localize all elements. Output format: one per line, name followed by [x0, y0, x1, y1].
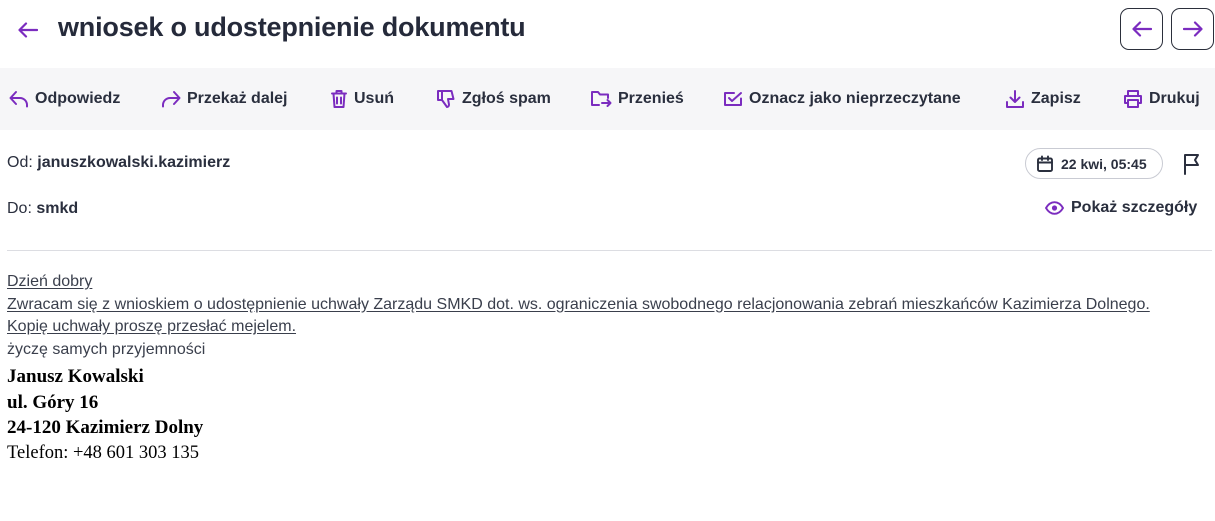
signature-city: 24-120 Kazimierz Dolny [7, 417, 204, 438]
greeting-line[interactable]: Dzień dobry [7, 271, 1215, 294]
show-details-link[interactable]: Pokaż szczegóły [1045, 199, 1197, 217]
message-header: wniosek o udostepnienie dokumentu [0, 0, 1215, 68]
delete-button[interactable]: Usuń [330, 68, 394, 130]
back-button[interactable] [14, 16, 42, 44]
sender-row: Od: januszkowalski.kazimierz [7, 154, 230, 172]
move-button[interactable]: Przenieś [590, 68, 684, 130]
flag-icon [1184, 154, 1199, 175]
action-toolbar: Odpowiedz Przekaż dalej Usuń Zgłoś spam … [0, 68, 1215, 130]
move-label: Przenieś [618, 90, 684, 107]
closing-line: życzę samych przyjemności [7, 340, 206, 358]
signature-phone: Telefon: +48 601 303 135 [7, 442, 200, 463]
request-line-2[interactable]: Kopię uchwały proszę przesłać mejelem. [7, 316, 1215, 339]
report-spam-label: Zgłoś spam [462, 90, 551, 107]
message-date: 22 kwi, 05:45 [1061, 155, 1147, 172]
reply-icon [9, 91, 28, 108]
arrow-left-icon [18, 22, 38, 38]
next-message-button[interactable] [1171, 8, 1214, 50]
eye-icon [1045, 201, 1064, 215]
previous-message-button[interactable] [1120, 8, 1163, 50]
sender-address[interactable]: januszkowalski.kazimierz [37, 154, 230, 171]
calendar-icon [1037, 155, 1053, 172]
arrow-right-icon [1182, 21, 1203, 37]
print-button[interactable]: Drukuj [1123, 68, 1200, 130]
thumbs-down-icon [437, 90, 455, 108]
recipient-row: Do: smkd [7, 200, 78, 218]
save-button[interactable]: Zapisz [1005, 68, 1081, 130]
print-label: Drukuj [1149, 90, 1200, 107]
to-label: Do: [7, 200, 32, 217]
trash-icon [331, 90, 347, 108]
date-badge: 22 kwi, 05:45 [1025, 148, 1163, 179]
forward-label: Przekaż dalej [187, 90, 288, 107]
page-title: wniosek o udostepnienie dokumentu [58, 12, 526, 42]
reply-button[interactable]: Odpowiedz [9, 68, 120, 130]
from-label: Od: [7, 154, 33, 171]
signature-street: ul. Góry 16 [7, 391, 99, 413]
header-divider [7, 250, 1212, 251]
show-details-label: Pokaż szczegóły [1071, 199, 1198, 216]
mail-check-icon [724, 92, 742, 106]
mark-unread-label: Oznacz jako nieprzeczytane [749, 90, 961, 107]
download-icon [1006, 90, 1024, 108]
flag-button[interactable] [1180, 152, 1204, 176]
request-line[interactable]: Zwracam się z wnioskiem o udostępnienie … [7, 294, 1215, 317]
forward-button[interactable]: Przekaż dalej [161, 68, 288, 130]
mark-unread-button[interactable]: Oznacz jako nieprzeczytane [723, 68, 961, 130]
recipient-address[interactable]: smkd [36, 200, 78, 217]
move-folder-icon [591, 91, 612, 107]
arrow-left-icon [1131, 21, 1152, 37]
delete-label: Usuń [354, 90, 394, 107]
signature-name: Janusz Kowalski [7, 366, 144, 387]
printer-icon [1124, 90, 1142, 108]
report-spam-button[interactable]: Zgłoś spam [436, 68, 551, 130]
message-body: Dzień dobry Zwracam się z wnioskiem o ud… [7, 271, 1215, 466]
forward-icon [162, 91, 181, 108]
reply-label: Odpowiedz [35, 90, 121, 107]
save-label: Zapisz [1031, 90, 1081, 107]
